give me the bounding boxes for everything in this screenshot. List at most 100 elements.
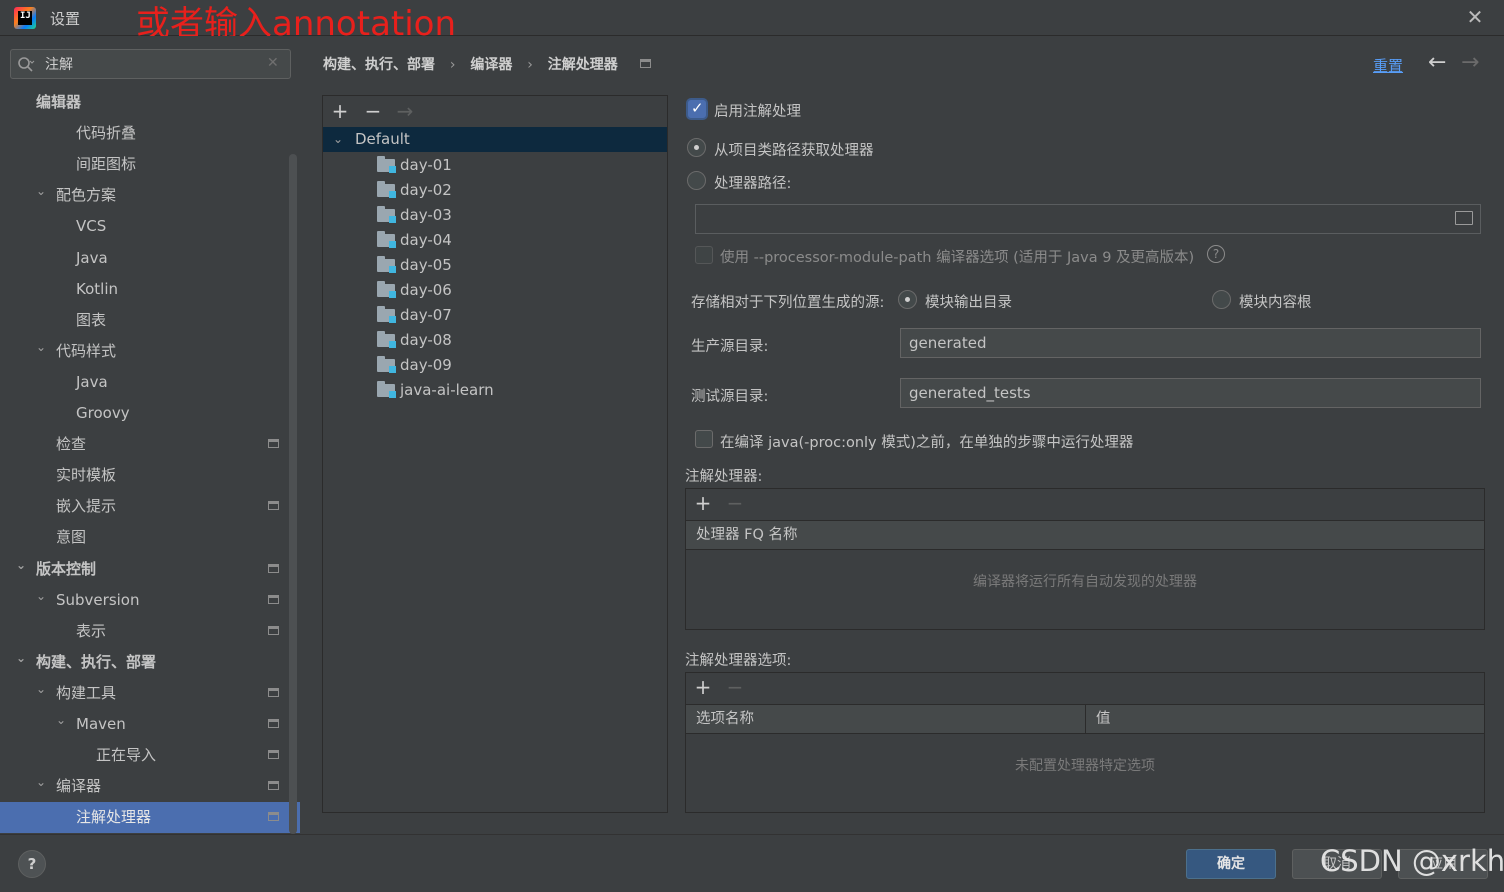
- module-name: day-06: [400, 281, 452, 299]
- sidebar-item[interactable]: ⌄ Maven: [0, 709, 300, 740]
- help-icon[interactable]: ?: [1207, 245, 1225, 263]
- sidebar-item-label: Kotlin: [76, 279, 118, 298]
- sidebar-item-label: 代码折叠: [76, 124, 137, 143]
- module-item[interactable]: day-01: [323, 153, 667, 178]
- clear-search-icon[interactable]: ✕: [267, 55, 279, 71]
- module-item[interactable]: day-03: [323, 203, 667, 228]
- module-content-root-label[interactable]: 模块内容根: [1239, 291, 1312, 312]
- sidebar-item-label: 检查: [56, 435, 87, 454]
- processors-empty-message: 编译器将运行所有自动发现的处理器: [973, 574, 1197, 590]
- sidebar-item[interactable]: 检查: [0, 429, 300, 460]
- module-name: day-02: [400, 181, 452, 199]
- module-output-label[interactable]: 模块输出目录: [925, 291, 1012, 312]
- reset-link[interactable]: 重置: [1373, 55, 1403, 76]
- remove-processor-icon[interactable]: −: [724, 490, 746, 516]
- forward-arrow-icon[interactable]: →: [1461, 50, 1479, 75]
- sidebar-item[interactable]: 嵌入提示: [0, 491, 300, 522]
- proc-only-label[interactable]: 在编译 java(-proc:only 模式)之前，在单独的步骤中运行处理器: [720, 431, 1133, 452]
- chevron-down-icon[interactable]: ⌄: [36, 581, 50, 612]
- enable-annotation-processing-checkbox[interactable]: [688, 99, 706, 118]
- processor-module-path-checkbox[interactable]: [695, 246, 713, 264]
- sidebar-item[interactable]: ⌄ 代码样式: [0, 336, 300, 367]
- breadcrumb-compiler[interactable]: 编译器: [470, 57, 512, 73]
- move-module-icon[interactable]: →: [394, 98, 416, 124]
- sidebar-item[interactable]: VCS: [0, 211, 300, 242]
- chevron-down-icon[interactable]: ⌄: [36, 674, 50, 705]
- chevron-down-icon[interactable]: ⌄: [333, 127, 343, 152]
- option-value-column[interactable]: 值: [1086, 704, 1484, 734]
- sidebar-item-label: 图表: [76, 310, 107, 329]
- sidebar-item[interactable]: ⌄ 配色方案: [0, 180, 300, 211]
- enable-annotation-processing-label[interactable]: 启用注解处理: [714, 100, 801, 121]
- sidebar-item-label: Maven: [76, 715, 126, 733]
- module-item[interactable]: day-04: [323, 228, 667, 253]
- project-scope-icon: [268, 719, 279, 728]
- search-icon: [18, 57, 35, 72]
- sidebar-item[interactable]: Kotlin: [0, 274, 300, 305]
- profile-default[interactable]: ⌄ Default: [323, 127, 667, 152]
- sidebar-item[interactable]: 意图: [0, 522, 300, 553]
- processor-path-radio[interactable]: [687, 171, 706, 190]
- annotation-processors-title: 注解处理器:: [685, 469, 763, 485]
- sidebar-item[interactable]: Groovy: [0, 398, 300, 429]
- sidebar-item[interactable]: ⌄ 构建工具: [0, 678, 300, 709]
- processor-path-label[interactable]: 处理器路径:: [714, 172, 791, 193]
- breadcrumb-build[interactable]: 构建、执行、部署: [323, 57, 435, 73]
- module-item[interactable]: day-06: [323, 278, 667, 303]
- sidebar-item[interactable]: 注解处理器: [0, 802, 300, 833]
- module-content-root-radio[interactable]: [1212, 290, 1231, 309]
- sidebar-item[interactable]: Java: [0, 367, 300, 398]
- settings-search-box[interactable]: ✕: [10, 49, 291, 79]
- test-sources-field[interactable]: generated_tests: [900, 378, 1481, 408]
- sidebar-item-label: 编译器: [56, 777, 102, 796]
- chevron-down-icon[interactable]: ⌄: [36, 176, 50, 207]
- from-classpath-radio[interactable]: [687, 138, 706, 157]
- chevron-down-icon[interactable]: ⌄: [56, 705, 70, 736]
- sidebar-item[interactable]: 代码折叠: [0, 118, 300, 149]
- processor-module-path-label: 使用 --processor-module-path 编译器选项 (适用于 Ja…: [720, 250, 1195, 266]
- sidebar-item[interactable]: 编辑器: [0, 87, 300, 118]
- sidebar-item[interactable]: ⌄ Subversion: [0, 585, 300, 616]
- sidebar-item[interactable]: ⌄ 编译器: [0, 771, 300, 802]
- back-arrow-icon[interactable]: ←: [1428, 50, 1446, 75]
- add-processor-icon[interactable]: +: [692, 490, 714, 516]
- sidebar-scrollbar[interactable]: [289, 154, 297, 834]
- project-scope-icon: [268, 501, 279, 511]
- add-option-icon[interactable]: +: [692, 674, 714, 700]
- module-output-radio[interactable]: [898, 290, 917, 309]
- processor-path-field[interactable]: [695, 204, 1481, 234]
- from-classpath-label[interactable]: 从项目类路径获取处理器: [714, 139, 874, 160]
- module-item[interactable]: day-08: [323, 328, 667, 353]
- project-scope-icon: [268, 594, 279, 604]
- module-item[interactable]: day-02: [323, 178, 667, 203]
- ok-button[interactable]: 确定: [1186, 849, 1276, 879]
- project-scope-icon: [268, 750, 279, 760]
- processor-fq-name-column[interactable]: 处理器 FQ 名称: [686, 520, 1484, 550]
- production-sources-field[interactable]: generated: [900, 328, 1481, 358]
- module-item[interactable]: day-07: [323, 303, 667, 328]
- close-window-icon[interactable]: ✕: [1464, 6, 1486, 28]
- sidebar-item-label: Subversion: [56, 590, 140, 609]
- module-item[interactable]: java-ai-learn: [323, 378, 667, 403]
- sidebar-item-label: 编辑器: [36, 93, 82, 111]
- chevron-down-icon[interactable]: ⌄: [16, 643, 30, 674]
- module-item[interactable]: day-05: [323, 253, 667, 278]
- processor-options-table: + − 选项名称 值 未配置处理器特定选项: [685, 672, 1485, 813]
- option-name-column[interactable]: 选项名称: [686, 704, 1086, 734]
- add-profile-icon[interactable]: +: [329, 98, 351, 124]
- browse-folder-icon[interactable]: [1455, 211, 1473, 225]
- sidebar-item[interactable]: 表示: [0, 616, 300, 647]
- module-profile-panel: + − → ⌄ Default day-01 day-02 day-03 day-04…: [322, 95, 668, 813]
- chevron-down-icon[interactable]: ⌄: [36, 332, 50, 363]
- sidebar-item[interactable]: 实时模板: [0, 460, 300, 491]
- help-button[interactable]: ?: [18, 850, 46, 878]
- chevron-down-icon[interactable]: ⌄: [36, 767, 50, 798]
- module-name: day-04: [400, 231, 452, 249]
- sidebar-item[interactable]: Java: [0, 243, 300, 274]
- remove-profile-icon[interactable]: −: [362, 98, 384, 124]
- remove-option-icon[interactable]: −: [724, 674, 746, 700]
- chevron-down-icon[interactable]: ⌄: [16, 550, 30, 581]
- proc-only-checkbox[interactable]: [695, 430, 713, 448]
- module-item[interactable]: day-09: [323, 353, 667, 378]
- search-input[interactable]: [45, 54, 245, 74]
